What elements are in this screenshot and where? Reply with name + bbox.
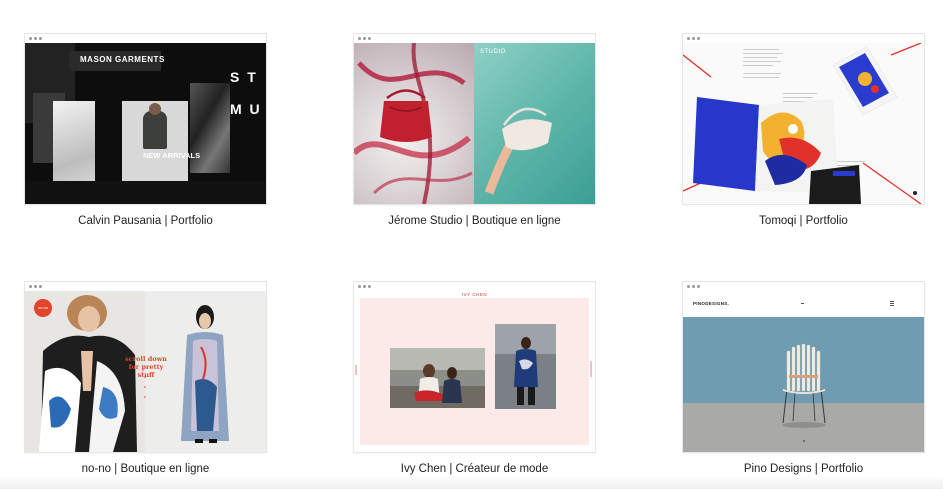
window-dot-icon xyxy=(29,285,32,288)
window-dot-icon xyxy=(34,37,37,40)
window-dot-icon xyxy=(39,285,42,288)
window-dot-icon xyxy=(687,37,690,40)
template-card-tomoqi[interactable]: Tomoqi | Portfolio xyxy=(683,34,924,227)
preview-side-text: S T xyxy=(230,69,258,85)
preview-image xyxy=(683,43,924,204)
window-dot-icon xyxy=(358,37,361,40)
window-dot-icon xyxy=(34,285,37,288)
browser-chrome xyxy=(354,34,595,43)
template-caption[interactable]: Pino Designs | Portfolio xyxy=(683,463,924,475)
window-dot-icon xyxy=(697,37,700,40)
template-preview[interactable]: IVY CHEN xyxy=(354,282,595,452)
preview-badge: no-no xyxy=(34,299,52,317)
preview-image: MASON GARMENTS S T M U NEW ARRIVALS xyxy=(25,43,266,204)
browser-chrome xyxy=(354,282,595,291)
window-dot-icon xyxy=(692,37,695,40)
window-dot-icon xyxy=(39,37,42,40)
browser-chrome xyxy=(25,34,266,43)
template-card-no-no[interactable]: no-no scroll down for pretty stuff no-no… xyxy=(25,282,266,475)
browser-chrome xyxy=(683,34,924,43)
template-preview[interactable]: STUDIO xyxy=(354,34,595,204)
window-dot-icon xyxy=(692,285,695,288)
preview-image: IVY CHEN xyxy=(354,291,595,452)
template-caption[interactable]: Tomoqi | Portfolio xyxy=(683,215,924,227)
template-card-calvin-pausania[interactable]: MASON GARMENTS S T M U NEW ARRIVALS Calv… xyxy=(25,34,266,227)
template-card-ivy-chen[interactable]: IVY CHEN Ivy Chen | Créateur de mode xyxy=(354,282,595,475)
preview-graphics xyxy=(355,324,592,409)
window-dot-icon xyxy=(697,285,700,288)
preview-label: STUDIO xyxy=(480,49,506,55)
template-caption[interactable]: no-no | Boutique en ligne xyxy=(25,463,266,475)
bottom-fade xyxy=(0,475,943,489)
window-dot-icon xyxy=(358,285,361,288)
browser-chrome xyxy=(683,282,924,291)
template-preview[interactable] xyxy=(683,34,924,204)
window-dot-icon xyxy=(368,37,371,40)
preview-image: PINODESIGNS. xyxy=(683,291,924,452)
preview-image: STUDIO xyxy=(354,43,595,204)
preview-graphics xyxy=(354,43,552,204)
preview-scroll-text: scroll down for pretty stuff xyxy=(125,355,167,379)
window-dot-icon xyxy=(363,285,366,288)
preview-new-label: NEW ARRIVALS xyxy=(143,151,201,160)
window-dot-icon xyxy=(363,37,366,40)
preview-image: no-no scroll down for pretty stuff xyxy=(25,291,266,452)
window-dot-icon xyxy=(368,285,371,288)
template-preview[interactable]: MASON GARMENTS S T M U NEW ARRIVALS xyxy=(25,34,266,204)
template-preview[interactable]: no-no scroll down for pretty stuff xyxy=(25,282,266,452)
preview-graphics xyxy=(782,301,894,442)
template-caption[interactable]: Calvin Pausania | Portfolio xyxy=(25,215,266,227)
window-dot-icon xyxy=(687,285,690,288)
template-card-pino-designs[interactable]: PINODESIGNS. Pino Designs | Portfolio xyxy=(683,282,924,475)
template-preview[interactable]: PINODESIGNS. xyxy=(683,282,924,452)
window-dot-icon xyxy=(29,37,32,40)
template-caption[interactable]: Ivy Chen | Créateur de mode xyxy=(354,463,595,475)
template-caption[interactable]: Jérome Studio | Boutique en ligne xyxy=(354,215,595,227)
preview-side-text: M U xyxy=(230,101,262,117)
template-card-jerome-studio[interactable]: STUDIO Jérome Studio | Boutique en ligne xyxy=(354,34,595,227)
preview-headline: MASON GARMENTS xyxy=(80,55,165,64)
preview-graphics xyxy=(683,43,922,204)
browser-chrome xyxy=(25,282,266,291)
